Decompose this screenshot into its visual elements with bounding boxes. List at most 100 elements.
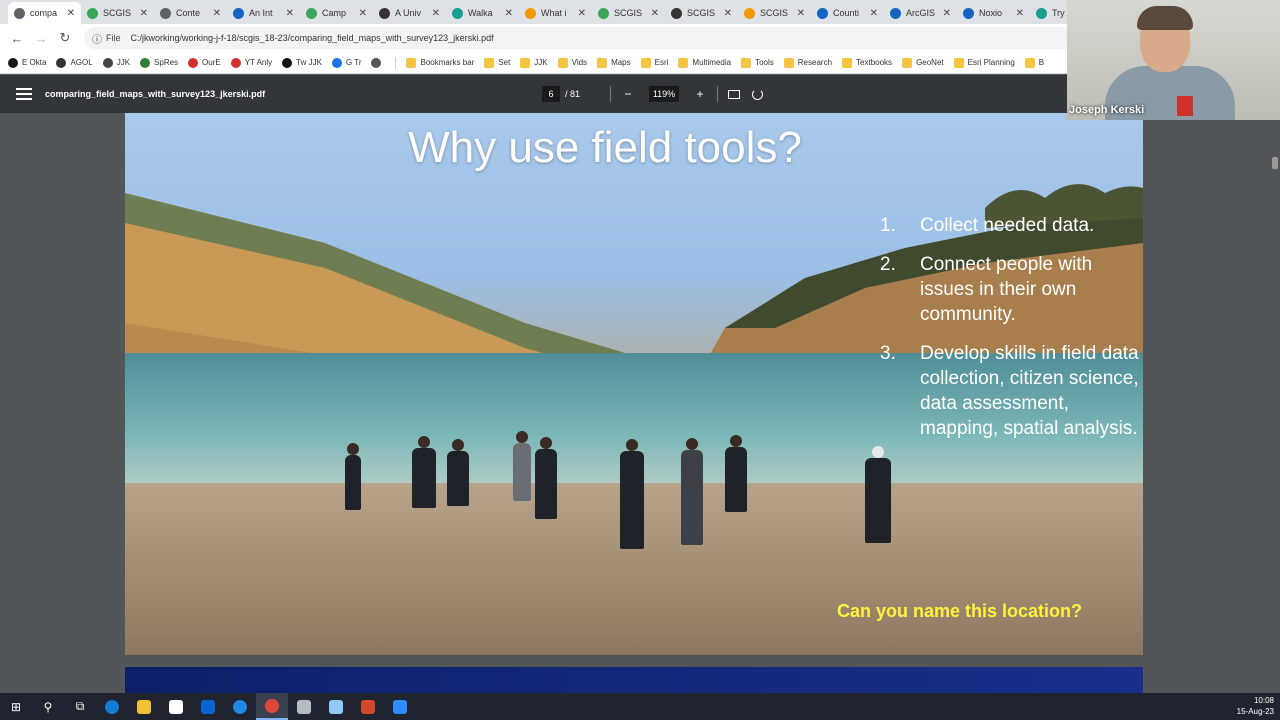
close-tab-icon[interactable]: ✕ <box>724 8 732 19</box>
zoom-input[interactable]: 119% <box>649 86 679 102</box>
tab-favicon-icon <box>598 7 609 19</box>
bookmark-folder[interactable]: Textbooks <box>842 57 893 68</box>
close-tab-icon[interactable]: ✕ <box>943 8 951 19</box>
app-icon[interactable] <box>224 693 256 720</box>
close-tab-icon[interactable]: ✕ <box>213 8 221 19</box>
menu-icon[interactable] <box>16 88 32 100</box>
fit-page-icon[interactable] <box>728 89 740 99</box>
zoom-in-button[interactable]: + <box>693 87 707 101</box>
close-tab-icon[interactable]: ✕ <box>140 8 148 19</box>
bookmark-label: Research <box>797 58 833 67</box>
tab-title: ArcGIS <box>906 8 936 18</box>
close-tab-icon[interactable]: ✕ <box>67 8 75 19</box>
file-explorer-icon[interactable] <box>128 693 160 720</box>
bookmark-label: Set <box>498 58 511 67</box>
browser-tab[interactable]: A Univ ✕ <box>373 2 446 24</box>
bookmark-folder[interactable]: Bookmarks bar <box>406 57 474 68</box>
browser-tab[interactable]: SCGIS ✕ <box>592 2 665 24</box>
browser-tab[interactable]: Walka ✕ <box>446 2 519 24</box>
address-bar[interactable]: ⓘ File C:/jkworking/working-j-f-18/scgis… <box>84 27 1134 49</box>
bookmark-label: E Okta <box>22 58 47 67</box>
bookmark-folder[interactable]: Tools <box>741 57 774 68</box>
task-view-icon[interactable]: ⧉ <box>64 693 96 720</box>
bookmark-link[interactable]: G Tr <box>331 57 362 68</box>
chrome-icon[interactable] <box>256 693 288 720</box>
windows-start-icon[interactable]: ⊞ <box>0 693 32 720</box>
bookmark-folder[interactable]: GeoNet <box>902 57 944 68</box>
app3-icon[interactable] <box>320 693 352 720</box>
close-tab-icon[interactable]: ✕ <box>286 8 294 19</box>
bookmark-favicon-icon <box>371 57 382 68</box>
bookmark-link[interactable]: AGOL <box>56 57 93 68</box>
bookmark-folder[interactable]: Research <box>783 57 833 68</box>
tab-favicon-icon <box>87 7 98 19</box>
bookmark-link[interactable]: YT Anly <box>230 57 272 68</box>
browser-tab[interactable]: Conte ✕ <box>154 2 227 24</box>
powerpoint-icon[interactable] <box>352 693 384 720</box>
bookmark-folder[interactable]: JJK <box>520 57 548 68</box>
browser-tab[interactable]: What i ✕ <box>519 2 592 24</box>
browser-tab[interactable]: Camp ✕ <box>300 2 373 24</box>
bookmark-link[interactable]: E Okta <box>8 57 47 68</box>
browser-tab[interactable]: Counti ✕ <box>811 2 884 24</box>
zoom-icon[interactable] <box>384 693 416 720</box>
close-tab-icon[interactable]: ✕ <box>359 8 367 19</box>
edge-icon[interactable] <box>96 693 128 720</box>
close-tab-icon[interactable]: ✕ <box>1016 8 1024 19</box>
close-tab-icon[interactable]: ✕ <box>505 8 513 19</box>
forward-icon[interactable]: → <box>30 27 52 49</box>
bookmark-folder[interactable]: Multimedia <box>678 57 731 68</box>
bookmark-label: G Tr <box>345 58 362 67</box>
info-icon[interactable]: ⓘ <box>92 31 102 46</box>
page-number-input[interactable]: 6 <box>542 86 560 102</box>
pdf-scrollbar[interactable] <box>1270 113 1280 693</box>
folder-icon <box>953 57 964 68</box>
bookmark-favicon-icon <box>282 57 293 68</box>
bookmark-link[interactable] <box>371 57 385 68</box>
bookmark-link[interactable]: Tw JJK <box>282 57 322 68</box>
reload-icon[interactable]: ↻ <box>54 27 76 49</box>
close-tab-icon[interactable]: ✕ <box>797 8 805 19</box>
outlook-icon[interactable] <box>192 693 224 720</box>
tab-title: Walka <box>468 8 493 18</box>
bookmark-label: Textbooks <box>856 58 893 67</box>
system-clock[interactable]: 10:08 15-Aug-23 <box>1237 695 1274 717</box>
back-icon[interactable]: ← <box>6 27 28 49</box>
bookmark-folder[interactable]: Esri <box>640 57 668 68</box>
browser-tab[interactable]: An Int ✕ <box>227 2 300 24</box>
bookmark-link[interactable]: JJK <box>102 57 130 68</box>
browser-tab[interactable]: SCGIS ✕ <box>81 2 154 24</box>
bookmark-folder[interactable]: Maps <box>597 57 631 68</box>
bookmark-label: Maps <box>611 58 631 67</box>
browser-tab[interactable]: Noxio ✕ <box>957 2 1030 24</box>
bookmark-folder[interactable]: Set <box>484 57 511 68</box>
clock-time: 10:08 <box>1253 696 1274 705</box>
rotate-icon[interactable] <box>752 88 763 100</box>
bookmark-label: Vids <box>571 58 588 67</box>
close-tab-icon[interactable]: ✕ <box>651 8 659 19</box>
bullet-number: 3. <box>880 343 896 364</box>
bookmark-link[interactable]: SpRes <box>140 57 178 68</box>
store-icon[interactable] <box>160 693 192 720</box>
browser-tab[interactable]: ArcGIS ✕ <box>884 2 957 24</box>
tab-title: compa <box>30 8 58 18</box>
windows-taskbar: ⊞ ⚲ ⧉ 10:08 15-Aug-23 <box>0 693 1280 720</box>
bookmark-link[interactable]: OurE <box>188 57 221 68</box>
bookmark-folder[interactable]: Esri Planning <box>953 57 1015 68</box>
browser-tab[interactable]: SCGIS ✕ <box>738 2 811 24</box>
folder-icon <box>741 57 752 68</box>
pdf-page-slide: Why use field tools? 1. Collect needed d… <box>125 113 1143 655</box>
person-figure <box>447 439 469 506</box>
close-tab-icon[interactable]: ✕ <box>578 8 586 19</box>
search-icon[interactable]: ⚲ <box>32 693 64 720</box>
close-tab-icon[interactable]: ✕ <box>870 8 878 19</box>
scrollbar-thumb[interactable] <box>1272 157 1278 169</box>
browser-tab[interactable]: SCGIS ✕ <box>665 2 738 24</box>
bookmark-folder[interactable]: Vids <box>557 57 588 68</box>
app2-icon[interactable] <box>288 693 320 720</box>
tab-title: SCGIS <box>614 8 643 18</box>
browser-tab[interactable]: compa ✕ <box>8 2 81 24</box>
zoom-out-button[interactable]: − <box>621 87 635 101</box>
close-tab-icon[interactable]: ✕ <box>432 8 440 19</box>
bookmark-folder[interactable]: B <box>1024 57 1044 68</box>
